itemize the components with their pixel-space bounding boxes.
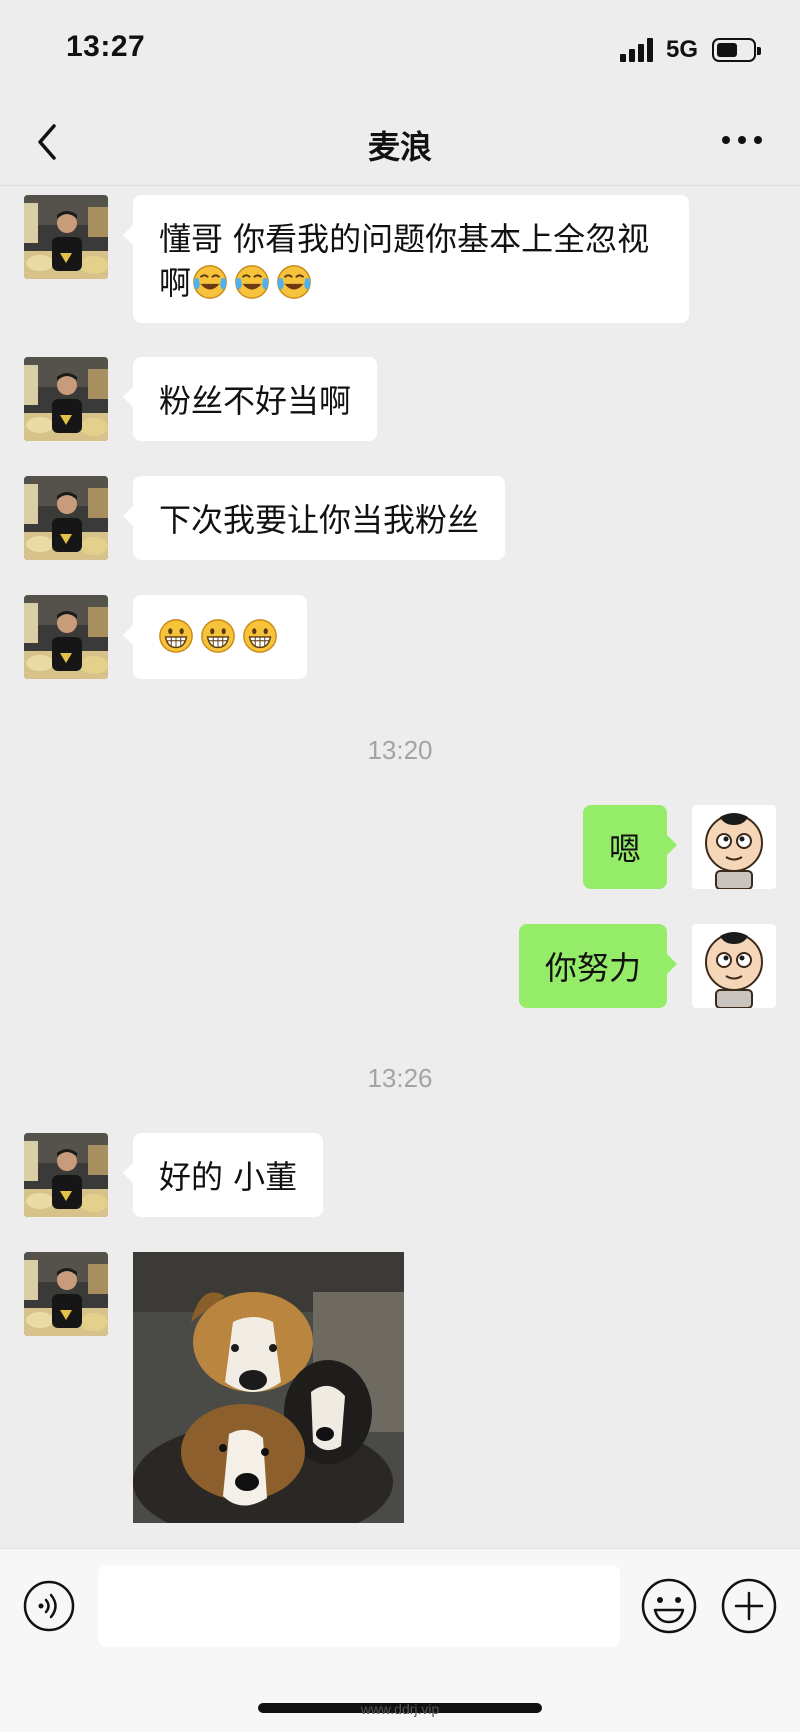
contact-avatar[interactable]: [24, 195, 108, 279]
grin-icon: [241, 617, 279, 655]
message-bubble[interactable]: 你努力: [518, 924, 678, 1008]
tears-of-joy-icon: [233, 263, 271, 301]
contact-avatar[interactable]: [24, 595, 108, 679]
tears-of-joy-icon: [191, 263, 229, 301]
grin-icon: [199, 617, 237, 655]
message-input[interactable]: [98, 1565, 620, 1647]
message-text: 下次我要让你当我粉丝: [159, 501, 480, 539]
contact-avatar[interactable]: [24, 476, 108, 560]
battery-icon: [712, 38, 761, 62]
message-text: 你努力: [544, 949, 641, 987]
message-text: 嗯: [608, 830, 641, 868]
watermark: www.ddrj.vip: [360, 1701, 440, 1717]
network-type: 5G: [666, 36, 699, 63]
signal-icon: [620, 38, 656, 62]
message-incoming: [0, 595, 800, 679]
voice-icon[interactable]: [22, 1579, 76, 1633]
status-time: 13:27: [66, 30, 146, 63]
chat-header: 麦浪: [0, 100, 800, 186]
message-incoming: 粉丝不好当啊: [0, 357, 800, 441]
tears-of-joy-icon: [275, 263, 313, 301]
more-dots-icon: [722, 136, 730, 144]
message-text: 好的 小董: [159, 1158, 298, 1196]
message-incoming: 懂哥 你看我的问题你基本上全忽视啊: [0, 195, 800, 323]
message-bubble[interactable]: 嗯: [582, 805, 678, 889]
self-avatar[interactable]: [692, 924, 776, 1008]
input-bar: www.ddrj.vip: [0, 1548, 800, 1732]
message-bubble[interactable]: 好的 小董: [122, 1133, 324, 1217]
self-avatar[interactable]: [692, 805, 776, 889]
message-bubble[interactable]: [123, 595, 307, 679]
message-outgoing: 嗯: [0, 805, 800, 889]
message-outgoing: 你努力: [0, 924, 800, 1008]
message-bubble[interactable]: 下次我要让你当我粉丝: [122, 476, 506, 560]
status-bar: 13:27 5G: [0, 0, 800, 100]
contact-avatar[interactable]: [24, 357, 108, 441]
chat-title: 麦浪: [367, 128, 432, 166]
message-incoming: 好的 小董: [0, 1133, 800, 1217]
time-divider: 13:26: [367, 1063, 433, 1093]
message-bubble[interactable]: 懂哥 你看我的问题你基本上全忽视啊: [123, 195, 689, 323]
more-button[interactable]: [722, 136, 762, 148]
dogs-photo[interactable]: [133, 1252, 404, 1523]
message-bubble[interactable]: 粉丝不好当啊: [122, 357, 378, 441]
contact-avatar[interactable]: [24, 1133, 108, 1217]
emoji-icon[interactable]: [640, 1577, 698, 1635]
message-incoming: [0, 1252, 800, 1523]
plus-icon[interactable]: [720, 1577, 778, 1635]
time-divider: 13:20: [367, 735, 433, 765]
message-incoming: 下次我要让你当我粉丝: [0, 476, 800, 560]
grin-icon: [157, 617, 195, 655]
message-text: 粉丝不好当啊: [159, 382, 352, 420]
chat-area[interactable]: 懂哥 你看我的问题你基本上全忽视啊 粉丝不好当啊 下次我要让你当我粉丝 13:2…: [0, 187, 800, 1547]
contact-avatar[interactable]: [24, 1252, 108, 1336]
